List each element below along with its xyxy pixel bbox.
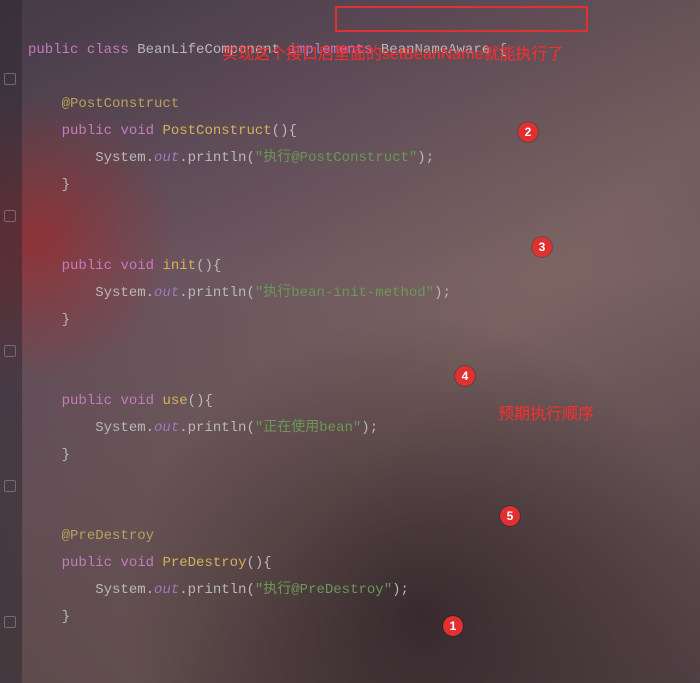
gutter-fold-icon[interactable] [4,616,16,628]
identifier: System. [95,420,154,436]
keyword-public: public [62,258,112,274]
string-literal: "执行@PostConstruct" [255,150,417,166]
string-literal: "执行@PreDestroy" [255,582,392,598]
gutter-fold-icon[interactable] [4,210,16,222]
method-name: use [162,393,187,409]
badge-1: 1 [443,616,463,636]
method-name: init [162,258,196,274]
keyword-class: class [87,42,129,58]
identifier: .println( [179,150,255,166]
field-out: out [154,285,179,301]
badge-3: 3 [532,237,552,257]
punct: ); [434,285,451,301]
brace: } [62,609,70,625]
highlight-implements [335,6,588,32]
code-editor[interactable]: public class BeanLifeComponent implement… [28,10,690,683]
annotation-text-2: 预期执行顺序 [498,400,594,424]
badge-4: 4 [455,366,475,386]
annotation-text-1: 实现这个接口后里面的setBeanName就能执行了 [222,40,563,64]
identifier: .println( [179,285,255,301]
annotation-predestroy: @PreDestroy [62,528,154,544]
field-out: out [154,582,179,598]
identifier: System. [95,582,154,598]
keyword-void: void [120,258,154,274]
keyword-public: public [62,555,112,571]
method-name: PostConstruct [162,123,271,139]
keyword-void: void [120,555,154,571]
editor-gutter [0,0,22,683]
punct: ); [392,582,409,598]
method-name: PreDestroy [162,555,246,571]
gutter-fold-icon[interactable] [4,480,16,492]
identifier: .println( [179,420,255,436]
string-literal: "执行bean-init-method" [255,285,434,301]
keyword-public: public [62,123,112,139]
keyword-void: void [120,393,154,409]
field-out: out [154,420,179,436]
punct: (){ [246,555,271,571]
annotation-postconstruct: @PostConstruct [62,96,180,112]
identifier: .println( [179,582,255,598]
gutter-fold-icon[interactable] [4,345,16,357]
keyword-void: void [120,123,154,139]
punct: ); [361,420,378,436]
punct: (){ [272,123,297,139]
punct: ); [417,150,434,166]
gutter-fold-icon[interactable] [4,73,16,85]
badge-2: 2 [518,122,538,142]
string-literal: "正在使用bean" [255,420,361,436]
brace: } [62,447,70,463]
identifier: System. [95,285,154,301]
keyword-public: public [62,393,112,409]
brace: } [62,312,70,328]
brace: } [62,177,70,193]
keyword-public: public [28,42,78,58]
badge-5: 5 [500,506,520,526]
field-out: out [154,150,179,166]
punct: (){ [196,258,221,274]
punct: (){ [188,393,213,409]
identifier: System. [95,150,154,166]
